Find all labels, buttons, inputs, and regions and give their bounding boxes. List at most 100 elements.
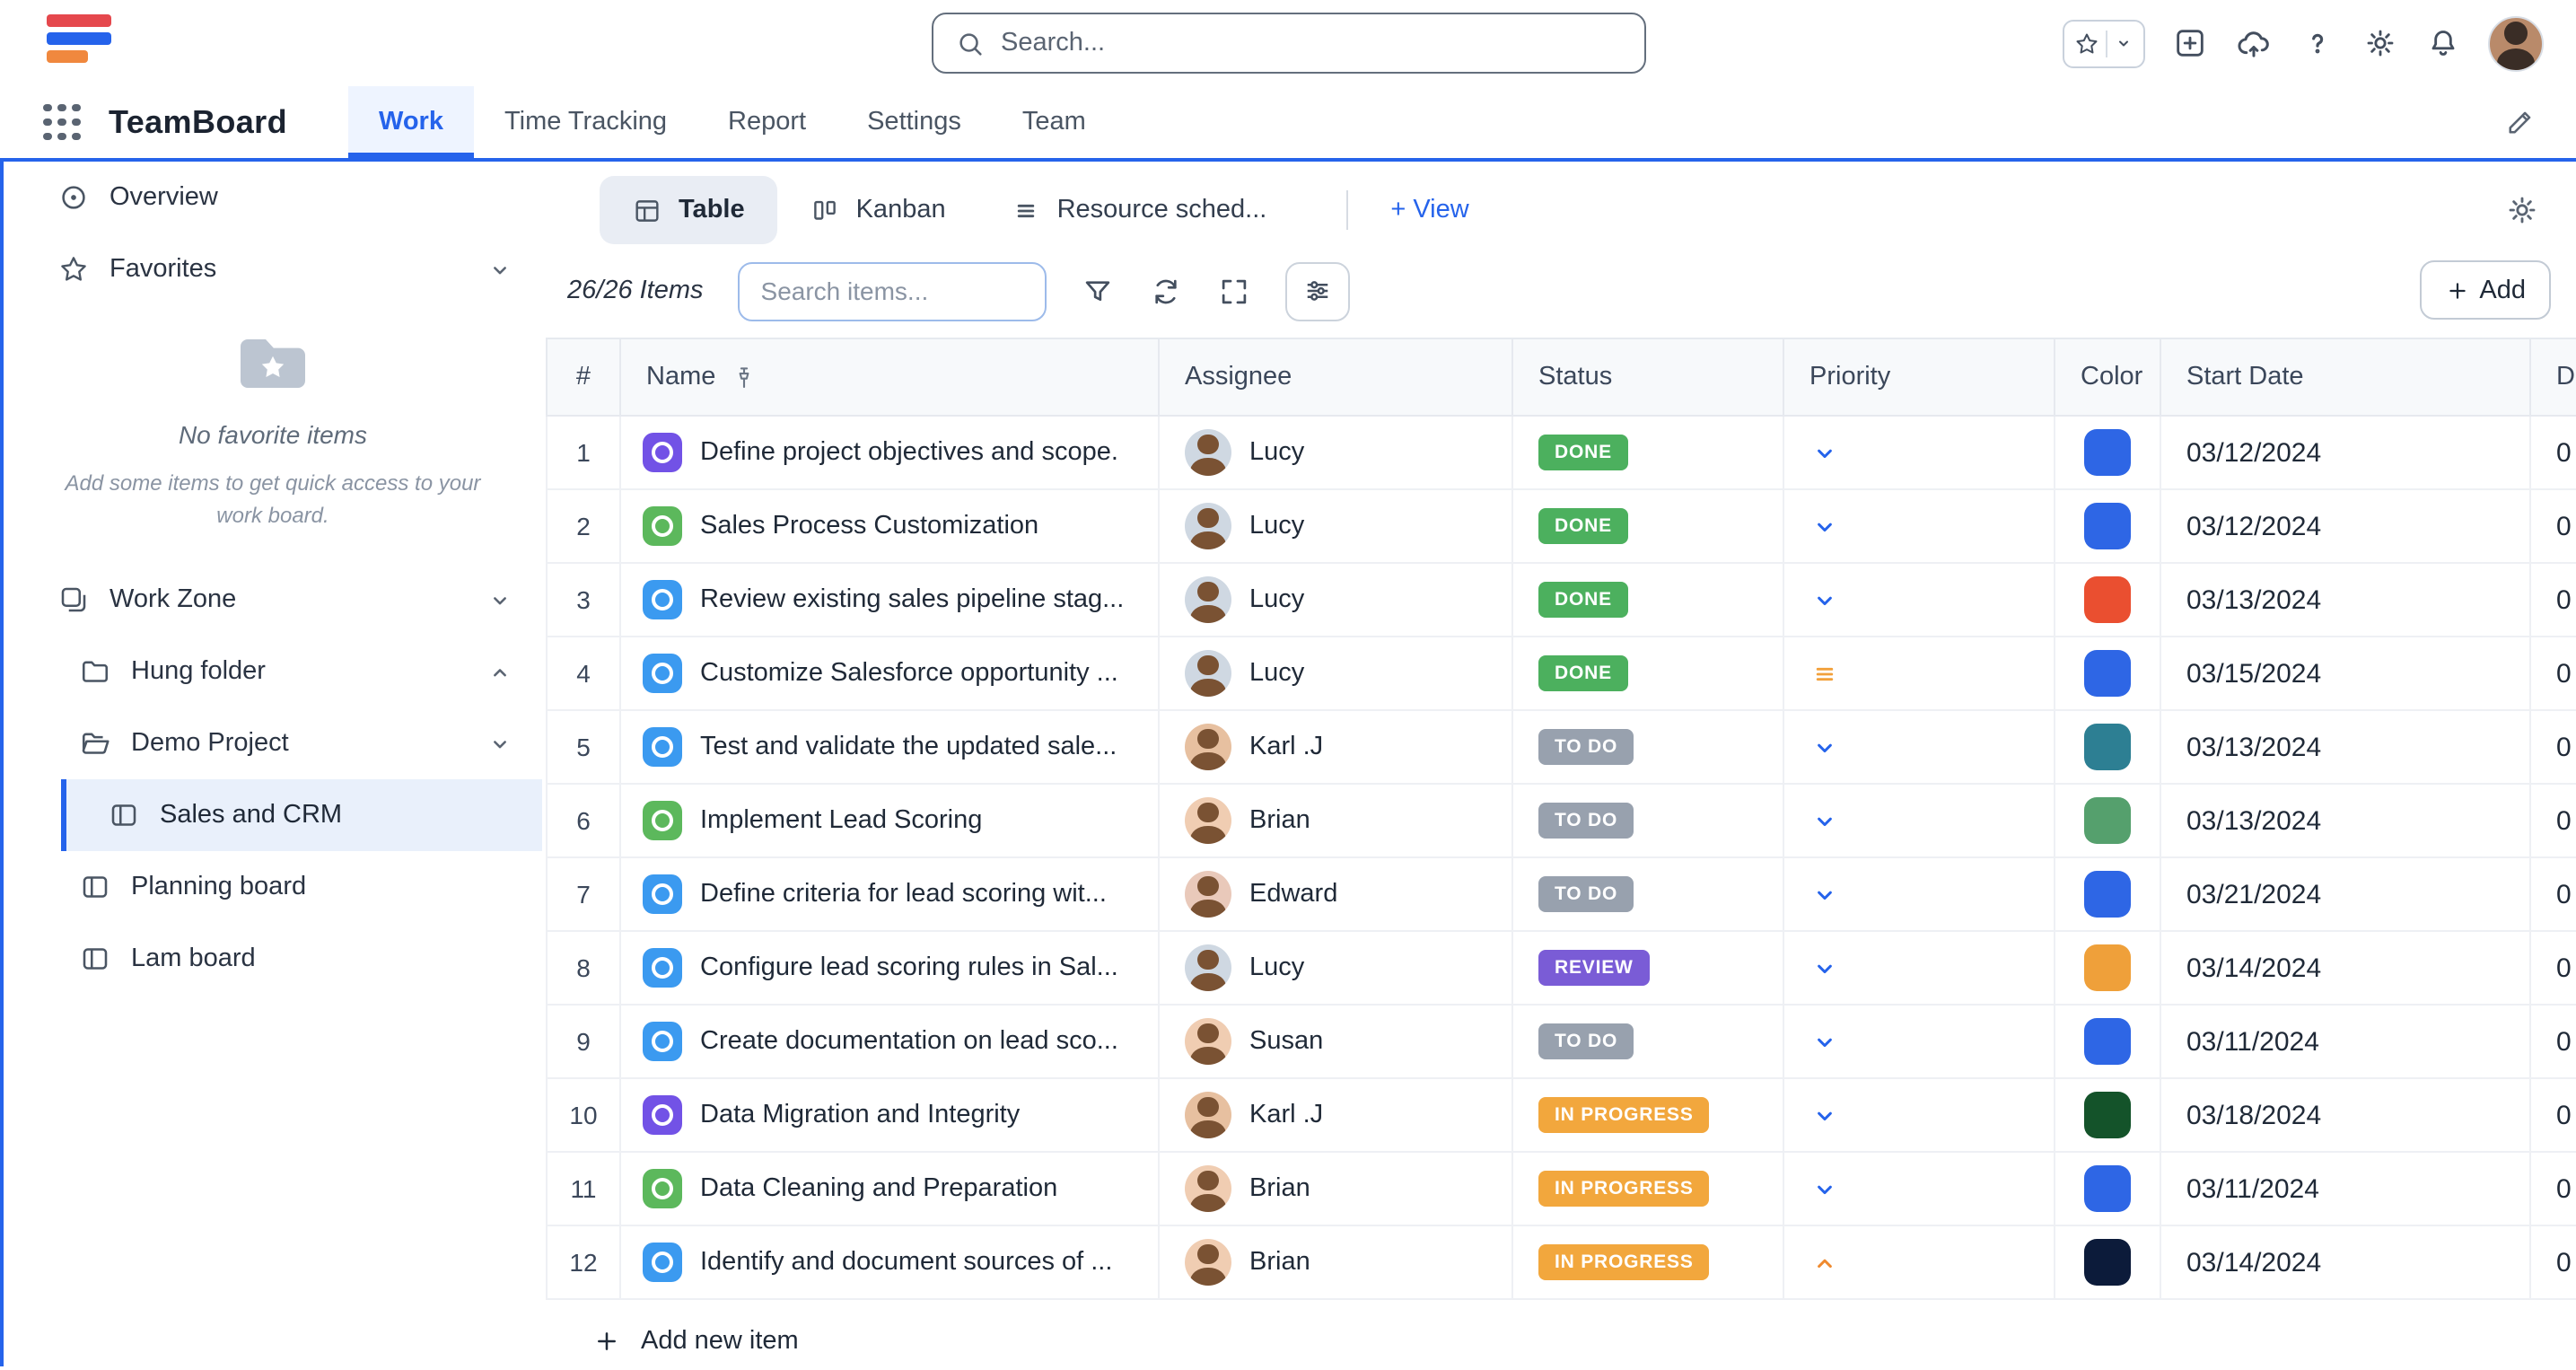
sync-icon[interactable] — [1149, 274, 1183, 308]
priority-icon[interactable] — [1809, 732, 1840, 762]
cloud-upload-icon[interactable] — [2235, 24, 2273, 62]
priority-icon[interactable] — [1809, 658, 1840, 689]
assignee-cell[interactable]: Lucy — [1158, 637, 1511, 711]
bell-icon[interactable] — [2425, 25, 2461, 61]
global-search-input[interactable] — [1001, 29, 1622, 57]
status-badge[interactable]: DONE — [1538, 582, 1628, 618]
tab-time-tracking[interactable]: Time Tracking — [474, 86, 697, 158]
status-badge[interactable]: REVIEW — [1538, 950, 1650, 986]
due-date-cell[interactable]: 0 — [2529, 932, 2576, 1006]
color-cell[interactable] — [2054, 711, 2160, 785]
assignee-cell[interactable]: Brian — [1158, 785, 1511, 858]
assignee-cell[interactable]: Edward — [1158, 858, 1511, 932]
color-chip[interactable] — [2084, 429, 2131, 476]
color-chip[interactable] — [2084, 503, 2131, 549]
assignee-cell[interactable]: Lucy — [1158, 490, 1511, 564]
status-cell[interactable]: TO DO — [1511, 711, 1783, 785]
color-chip[interactable] — [2084, 797, 2131, 844]
color-cell[interactable] — [2054, 417, 2160, 490]
status-cell[interactable]: REVIEW — [1511, 932, 1783, 1006]
status-badge[interactable]: IN PROGRESS — [1538, 1244, 1710, 1280]
sidebar-item-sales-and-crm[interactable]: Sales and CRM — [61, 779, 542, 851]
color-cell[interactable] — [2054, 637, 2160, 711]
name-cell[interactable]: Create documentation on lead sco... — [619, 1006, 1158, 1079]
color-cell[interactable] — [2054, 1079, 2160, 1153]
due-date-cell[interactable]: 0 — [2529, 564, 2576, 637]
start-date-cell[interactable]: 03/14/2024 — [2160, 1226, 2529, 1300]
name-cell[interactable]: Define project objectives and scope. — [619, 417, 1158, 490]
status-badge[interactable]: DONE — [1538, 508, 1628, 544]
color-cell[interactable] — [2054, 1153, 2160, 1226]
sidebar-item-favorites[interactable]: Favorites — [4, 233, 542, 305]
tab-report[interactable]: Report — [697, 86, 837, 158]
status-cell[interactable]: TO DO — [1511, 785, 1783, 858]
sidebar-item-demo-project[interactable]: Demo Project — [4, 707, 542, 779]
name-cell[interactable]: Test and validate the updated sale... — [619, 711, 1158, 785]
column-header-status[interactable]: Status — [1511, 338, 1783, 417]
name-cell[interactable]: Define criteria for lead scoring wit... — [619, 858, 1158, 932]
color-cell[interactable] — [2054, 932, 2160, 1006]
tab-work[interactable]: Work — [348, 86, 474, 158]
status-badge[interactable]: IN PROGRESS — [1538, 1097, 1710, 1133]
color-cell[interactable] — [2054, 564, 2160, 637]
chevron-down-icon[interactable] — [486, 586, 513, 613]
status-cell[interactable]: TO DO — [1511, 858, 1783, 932]
status-cell[interactable]: TO DO — [1511, 1006, 1783, 1079]
start-date-cell[interactable]: 03/13/2024 — [2160, 785, 2529, 858]
assignee-cell[interactable]: Karl .J — [1158, 711, 1511, 785]
color-cell[interactable] — [2054, 1006, 2160, 1079]
priority-icon[interactable] — [1809, 437, 1840, 468]
view-tab-kanban[interactable]: Kanban — [777, 176, 978, 244]
status-badge[interactable]: IN PROGRESS — [1538, 1171, 1710, 1207]
column-header-assignee[interactable]: Assignee — [1158, 338, 1511, 417]
view-tab-table[interactable]: Table — [600, 176, 777, 244]
start-date-cell[interactable]: 03/11/2024 — [2160, 1153, 2529, 1226]
priority-icon[interactable] — [1809, 1247, 1840, 1278]
assignee-cell[interactable]: Karl .J — [1158, 1079, 1511, 1153]
priority-cell[interactable] — [1783, 490, 2054, 564]
color-cell[interactable] — [2054, 785, 2160, 858]
due-date-cell[interactable]: 0 — [2529, 490, 2576, 564]
color-chip[interactable] — [2084, 1239, 2131, 1286]
due-date-cell[interactable]: 0 — [2529, 637, 2576, 711]
chevron-up-icon[interactable] — [486, 658, 513, 685]
edit-pencil-icon[interactable] — [2504, 106, 2537, 138]
color-chip[interactable] — [2084, 1165, 2131, 1212]
due-date-cell[interactable]: 0 — [2529, 858, 2576, 932]
status-cell[interactable]: DONE — [1511, 490, 1783, 564]
priority-cell[interactable] — [1783, 1006, 2054, 1079]
column-settings-button[interactable] — [1285, 261, 1350, 321]
sidebar-item-lam-board[interactable]: Lam board — [4, 923, 542, 995]
start-date-cell[interactable]: 03/12/2024 — [2160, 490, 2529, 564]
favorite-dropdown-button[interactable] — [2063, 19, 2145, 67]
name-cell[interactable]: Sales Process Customization — [619, 490, 1158, 564]
app-logo[interactable] — [47, 14, 111, 63]
help-icon[interactable] — [2300, 25, 2335, 61]
status-badge[interactable]: DONE — [1538, 655, 1628, 691]
gear-icon[interactable] — [2362, 25, 2398, 61]
priority-cell[interactable] — [1783, 1079, 2054, 1153]
color-chip[interactable] — [2084, 1018, 2131, 1065]
due-date-cell[interactable]: 0 — [2529, 1153, 2576, 1226]
name-cell[interactable]: Review existing sales pipeline stag... — [619, 564, 1158, 637]
column-header-start-date[interactable]: Start Date — [2160, 338, 2529, 417]
status-badge[interactable]: TO DO — [1538, 729, 1634, 765]
status-badge[interactable]: TO DO — [1538, 876, 1634, 912]
sidebar-item-work-zone[interactable]: Work Zone — [4, 564, 542, 636]
status-cell[interactable]: IN PROGRESS — [1511, 1226, 1783, 1300]
filter-icon[interactable] — [1081, 274, 1115, 308]
color-cell[interactable] — [2054, 858, 2160, 932]
name-cell[interactable]: Identify and document sources of ... — [619, 1226, 1158, 1300]
add-view-button[interactable]: + View — [1390, 196, 1468, 224]
name-cell[interactable]: Data Cleaning and Preparation — [619, 1153, 1158, 1226]
priority-cell[interactable] — [1783, 637, 2054, 711]
priority-cell[interactable] — [1783, 785, 2054, 858]
add-square-icon[interactable] — [2172, 25, 2208, 61]
start-date-cell[interactable]: 03/13/2024 — [2160, 564, 2529, 637]
assignee-cell[interactable]: Susan — [1158, 1006, 1511, 1079]
name-cell[interactable]: Implement Lead Scoring — [619, 785, 1158, 858]
assignee-cell[interactable]: Brian — [1158, 1153, 1511, 1226]
priority-cell[interactable] — [1783, 1153, 2054, 1226]
status-badge[interactable]: TO DO — [1538, 803, 1634, 839]
pin-icon[interactable] — [730, 364, 757, 391]
